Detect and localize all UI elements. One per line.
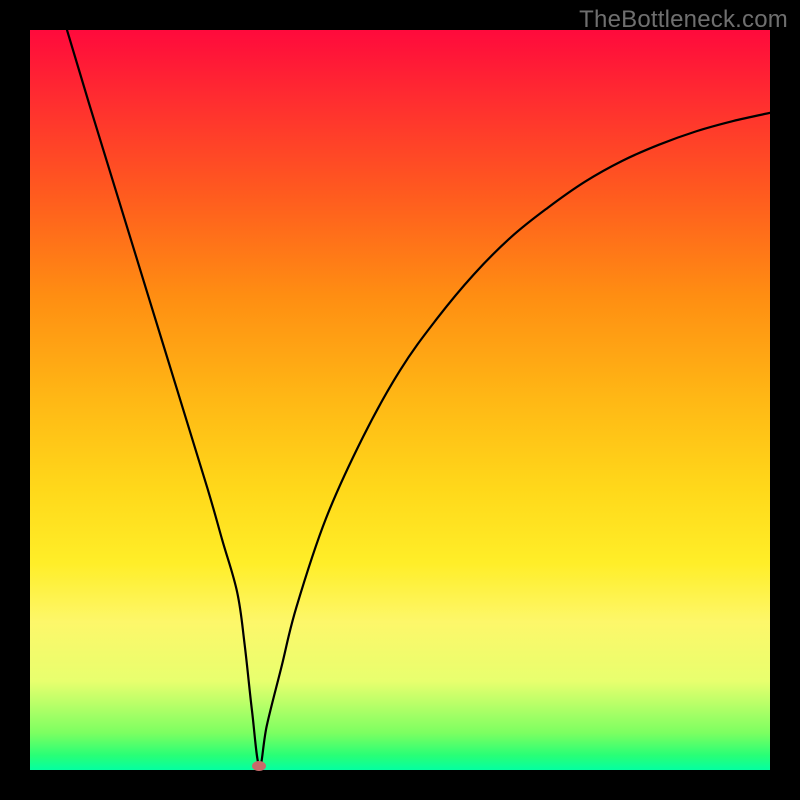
bottleneck-curve [30, 30, 770, 770]
chart-frame: TheBottleneck.com [0, 0, 800, 800]
plot-background [30, 30, 770, 770]
watermark-text: TheBottleneck.com [579, 6, 788, 34]
minimum-marker [252, 761, 266, 771]
